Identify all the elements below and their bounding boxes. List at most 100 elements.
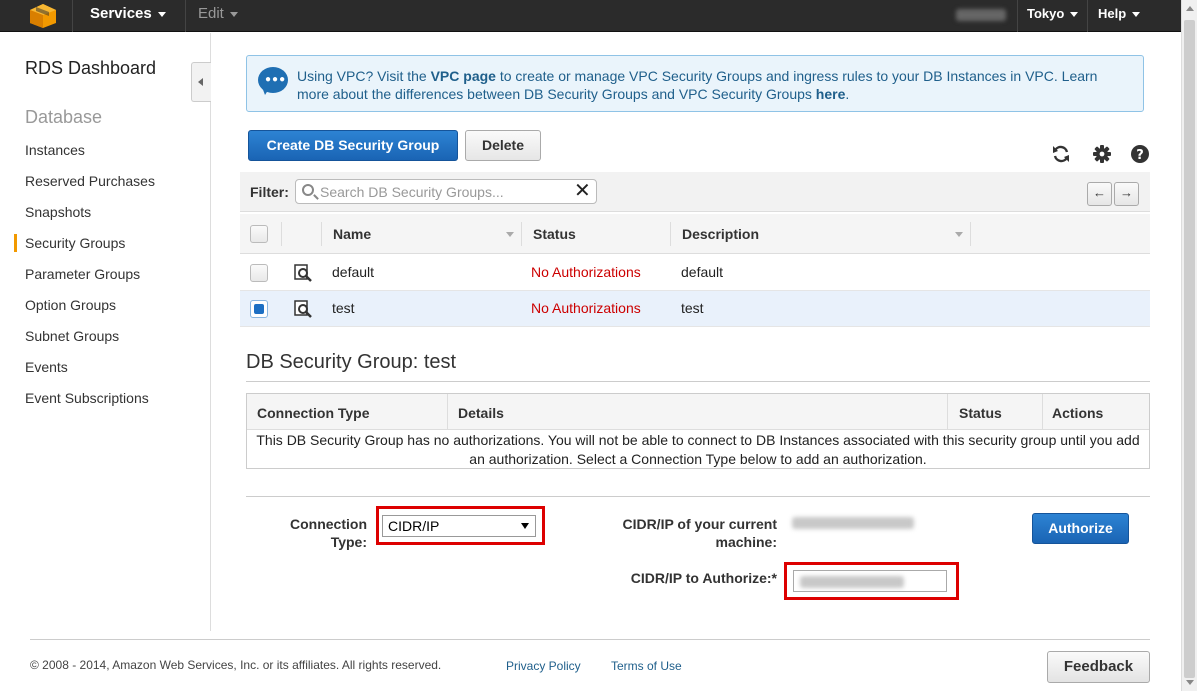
authorizations-header: Connection Type Details Status Actions [247, 394, 1149, 430]
chevron-down-icon [157, 11, 166, 17]
sidebar-item-subnet-groups[interactable]: Subnet Groups [25, 328, 119, 344]
connection-type-select[interactable]: CIDR/IP [382, 515, 536, 537]
vpc-info-box: ●●● Using VPC? Visit the VPC page to cre… [246, 55, 1144, 112]
vpc-page-link[interactable]: VPC page [431, 68, 496, 84]
cidr-ip-input[interactable] [793, 570, 947, 592]
cidr-ip-value-redacted [800, 576, 904, 588]
current-ip-label-line-2: machine: [715, 534, 777, 550]
next-page-button[interactable]: → [1114, 182, 1139, 206]
table-row[interactable]: default No Authorizations default [240, 255, 1150, 291]
here-link[interactable]: here [816, 86, 846, 102]
services-label: Services [90, 5, 152, 22]
refresh-icon[interactable] [1051, 144, 1071, 164]
row-description: test [681, 300, 704, 316]
filter-bar: Filter: ✕ ← → [240, 172, 1150, 212]
search-box[interactable]: ✕ [295, 179, 597, 204]
sidebar-section-database: Database [25, 107, 103, 127]
authorize-button[interactable]: Authorize [1032, 513, 1129, 544]
info-text-3: . [845, 86, 850, 102]
region-menu[interactable]: Tokyo [1027, 0, 1079, 32]
vertical-scrollbar[interactable] [1181, 0, 1197, 691]
view-details-icon[interactable] [294, 300, 312, 318]
connection-type-label: Connection Type: [270, 515, 367, 551]
column-header-connection-type: Connection Type [257, 405, 370, 421]
no-authorizations-message: This DB Security Group has no authorizat… [256, 432, 1140, 467]
current-ip-label: CIDR/IP of your current machine: [590, 515, 777, 551]
account-name-redacted[interactable] [956, 9, 1006, 21]
copyright-text: © 2008 - 2014, Amazon Web Services, Inc.… [30, 658, 442, 672]
table-row[interactable]: test No Authorizations test [240, 291, 1150, 327]
row-status: No Authorizations [531, 264, 641, 280]
row-name: test [332, 300, 355, 316]
sidebar-item-events[interactable]: Events [25, 359, 68, 375]
edit-menu[interactable]: Edit [198, 0, 238, 32]
chevron-down-icon [229, 11, 238, 17]
help-menu[interactable]: Help [1098, 0, 1141, 32]
sidebar-item-instances[interactable]: Instances [25, 142, 85, 158]
gear-icon[interactable] [1092, 144, 1112, 164]
nav-divider [1017, 0, 1018, 32]
select-all-checkbox[interactable] [250, 225, 268, 243]
scroll-down-icon[interactable] [1186, 680, 1194, 685]
sidebar-item-reserved-purchases[interactable]: Reserved Purchases [25, 173, 155, 189]
column-header-actions: Actions [1052, 405, 1104, 421]
nav-divider [185, 0, 186, 32]
nav-divider [72, 0, 73, 32]
sidebar-title[interactable]: RDS Dashboard [25, 58, 156, 79]
clear-search-icon[interactable]: ✕ [574, 181, 591, 201]
detail-title: DB Security Group: test [246, 351, 457, 373]
nav-divider [1087, 0, 1088, 32]
scrollbar-thumb[interactable] [1184, 20, 1195, 678]
current-ip-value-redacted [792, 517, 914, 529]
column-header-description[interactable]: Description [682, 226, 759, 242]
sidebar-collapse-button[interactable] [191, 62, 211, 102]
terms-of-use-link[interactable]: Terms of Use [611, 659, 682, 673]
authorize-ip-label: CIDR/IP to Authorize:* [630, 570, 777, 586]
search-input[interactable] [320, 183, 570, 201]
row-status: No Authorizations [531, 300, 641, 316]
help-icon[interactable]: ? [1130, 144, 1150, 164]
column-header-name[interactable]: Name [333, 226, 371, 242]
row-name: default [332, 264, 375, 280]
footer-divider [30, 639, 1150, 640]
column-header-status: Status [959, 405, 1002, 421]
delete-button[interactable]: Delete [465, 130, 541, 161]
chevron-down-icon [1070, 12, 1079, 18]
create-db-security-group-button[interactable]: Create DB Security Group [248, 130, 458, 161]
region-label: Tokyo [1027, 6, 1065, 21]
help-label: Help [1098, 6, 1127, 21]
info-text-1: Using VPC? Visit the [297, 68, 427, 84]
table-header: Name Status Description [240, 214, 1150, 254]
chevron-down-icon [1132, 12, 1141, 18]
prev-page-button[interactable]: ← [1087, 182, 1112, 206]
current-ip-label-line-1: CIDR/IP of your current [622, 516, 777, 532]
services-menu[interactable]: Services [90, 0, 166, 32]
feedback-button[interactable]: Feedback [1047, 651, 1150, 683]
row-checkbox[interactable] [250, 264, 268, 282]
sidebar-item-event-subscriptions[interactable]: Event Subscriptions [25, 390, 149, 406]
sidebar-item-snapshots[interactable]: Snapshots [25, 204, 91, 220]
scroll-up-icon[interactable] [1186, 6, 1194, 11]
sidebar-item-security-groups[interactable]: Security Groups [13, 234, 125, 252]
svg-text:?: ? [1136, 148, 1144, 163]
view-details-icon[interactable] [294, 264, 312, 282]
sort-caret-icon[interactable] [955, 232, 963, 237]
chevron-left-icon [198, 78, 203, 86]
sort-caret-icon[interactable] [506, 232, 514, 237]
sidebar-item-option-groups[interactable]: Option Groups [25, 297, 116, 313]
sidebar: RDS Dashboard Database Instances Reserve… [0, 33, 211, 631]
aws-logo-icon[interactable] [28, 3, 58, 29]
sidebar-item-parameter-groups[interactable]: Parameter Groups [25, 266, 140, 282]
column-header-status[interactable]: Status [533, 226, 576, 242]
connection-type-value: CIDR/IP [388, 518, 440, 534]
top-nav: Services Edit Tokyo Help [0, 0, 1181, 32]
vpc-info-text: Using VPC? Visit the VPC page to create … [297, 67, 1127, 103]
privacy-policy-link[interactable]: Privacy Policy [506, 659, 581, 673]
authorizations-table: Connection Type Details Status Actions T… [246, 393, 1150, 469]
filter-label: Filter: [250, 184, 289, 200]
connection-type-label-line-2: Type: [330, 534, 367, 550]
row-description: default [681, 264, 724, 280]
row-checkbox[interactable] [250, 300, 268, 318]
column-header-details: Details [458, 405, 504, 421]
search-icon [302, 184, 314, 196]
